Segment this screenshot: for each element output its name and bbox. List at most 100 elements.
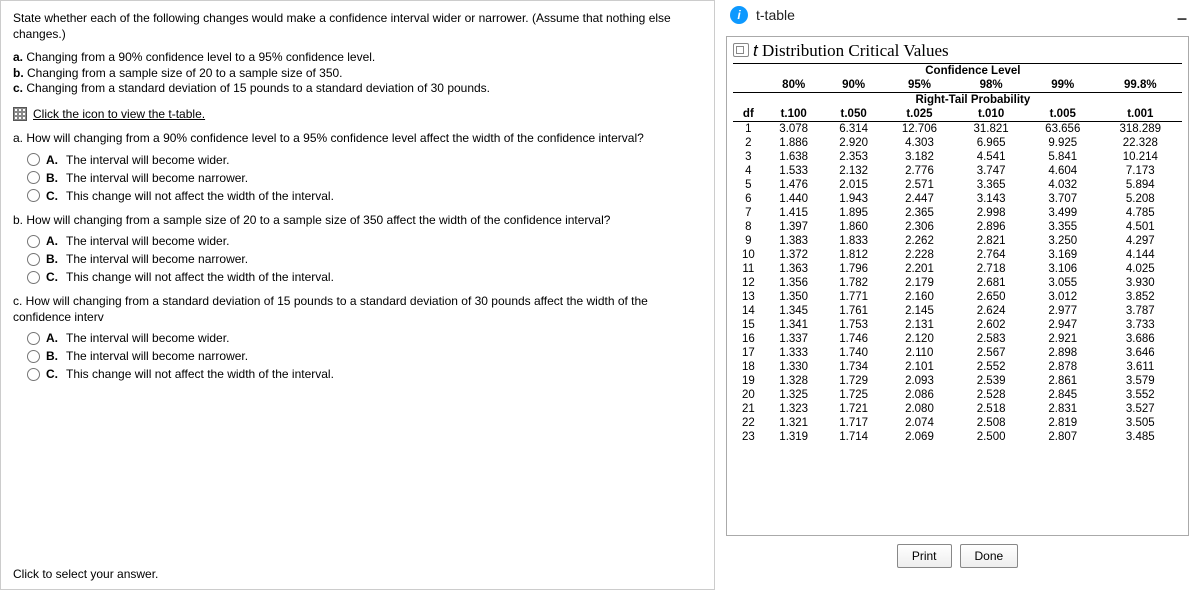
tail-prob: t.025 [884, 107, 956, 122]
minimize-icon[interactable]: – [1177, 8, 1187, 29]
value-cell: 1.440 [764, 192, 824, 206]
table-row: 71.4151.8952.3652.9983.4994.785 [733, 206, 1182, 220]
value-cell: 1.533 [764, 164, 824, 178]
value-cell: 4.501 [1099, 220, 1182, 234]
value-cell: 2.947 [1027, 318, 1099, 332]
value-cell: 3.106 [1027, 262, 1099, 276]
df-cell: 7 [733, 206, 764, 220]
print-button[interactable]: Print [897, 544, 952, 568]
radio-c-A[interactable] [27, 332, 40, 345]
value-cell: 2.120 [884, 332, 956, 346]
change-list: a. Changing from a 90% confidence level … [13, 50, 702, 97]
value-cell: 3.646 [1099, 346, 1182, 360]
radio-b-B[interactable] [27, 253, 40, 266]
df-cell: 5 [733, 178, 764, 192]
value-cell: 3.930 [1099, 276, 1182, 290]
conf-level: 95% [884, 78, 956, 93]
df-cell: 18 [733, 360, 764, 374]
value-cell: 2.262 [884, 234, 956, 248]
option-a-C[interactable]: C.This change will not affect the width … [27, 189, 702, 203]
df-cell: 6 [733, 192, 764, 206]
value-cell: 3.686 [1099, 332, 1182, 346]
table-row: 51.4762.0152.5713.3654.0325.894 [733, 178, 1182, 192]
value-cell: 3.485 [1099, 430, 1182, 444]
value-cell: 2.567 [955, 346, 1027, 360]
view-ttable-link[interactable]: Click the icon to view the t-table. [33, 107, 205, 121]
tail-prob: t.001 [1099, 107, 1182, 122]
option-c-B[interactable]: B.The interval will become narrower. [27, 349, 702, 363]
value-cell: 1.753 [824, 318, 884, 332]
value-cell: 3.707 [1027, 192, 1099, 206]
option-c-A[interactable]: A.The interval will become wider. [27, 331, 702, 345]
value-cell: 5.894 [1099, 178, 1182, 192]
df-cell: 2 [733, 136, 764, 150]
df-cell: 19 [733, 374, 764, 388]
value-cell: 2.878 [1027, 360, 1099, 374]
radio-b-A[interactable] [27, 235, 40, 248]
option-b-A[interactable]: A.The interval will become wider. [27, 234, 702, 248]
value-cell: 3.499 [1027, 206, 1099, 220]
df-cell: 8 [733, 220, 764, 234]
value-cell: 2.353 [824, 150, 884, 164]
value-cell: 3.078 [764, 122, 824, 137]
tail-prob-header: Right-Tail Probability [764, 93, 1182, 108]
value-cell: 1.734 [824, 360, 884, 374]
value-cell: 2.508 [955, 416, 1027, 430]
value-cell: 2.518 [955, 402, 1027, 416]
value-cell: 1.350 [764, 290, 824, 304]
df-cell: 9 [733, 234, 764, 248]
radio-c-B[interactable] [27, 350, 40, 363]
value-cell: 4.025 [1099, 262, 1182, 276]
done-button[interactable]: Done [960, 544, 1019, 568]
value-cell: 2.500 [955, 430, 1027, 444]
value-cell: 1.746 [824, 332, 884, 346]
table-row: 171.3331.7402.1102.5672.8983.646 [733, 346, 1182, 360]
value-cell: 7.173 [1099, 164, 1182, 178]
value-cell: 3.169 [1027, 248, 1099, 262]
value-cell: 1.325 [764, 388, 824, 402]
option-a-B[interactable]: B.The interval will become narrower. [27, 171, 702, 185]
modal-header: i t-table [720, 0, 1195, 30]
value-cell: 6.314 [824, 122, 884, 137]
value-cell: 2.160 [884, 290, 956, 304]
df-cell: 22 [733, 416, 764, 430]
value-cell: 10.214 [1099, 150, 1182, 164]
table-row: 111.3631.7962.2012.7183.1064.025 [733, 262, 1182, 276]
radio-a-B[interactable] [27, 171, 40, 184]
table-row: 231.3191.7142.0692.5002.8073.485 [733, 430, 1182, 444]
table-row: 13.0786.31412.70631.82163.656318.289 [733, 122, 1182, 137]
option-a-A[interactable]: A.The interval will become wider. [27, 153, 702, 167]
option-b-C[interactable]: C.This change will not affect the width … [27, 270, 702, 284]
value-cell: 1.397 [764, 220, 824, 234]
value-cell: 5.841 [1027, 150, 1099, 164]
value-cell: 1.345 [764, 304, 824, 318]
value-cell: 12.706 [884, 122, 956, 137]
option-c-C[interactable]: C.This change will not affect the width … [27, 367, 702, 381]
question-panel: State whether each of the following chan… [0, 0, 715, 590]
df-cell: 4 [733, 164, 764, 178]
value-cell: 2.807 [1027, 430, 1099, 444]
df-cell: 11 [733, 262, 764, 276]
radio-a-C[interactable] [27, 189, 40, 202]
conf-level-header: Confidence Level [764, 64, 1182, 79]
value-cell: 2.776 [884, 164, 956, 178]
value-cell: 3.365 [955, 178, 1027, 192]
popout-icon[interactable] [733, 43, 749, 57]
value-cell: 1.328 [764, 374, 824, 388]
value-cell: 2.080 [884, 402, 956, 416]
option-b-B[interactable]: B.The interval will become narrower. [27, 252, 702, 266]
table-row: 41.5332.1322.7763.7474.6047.173 [733, 164, 1182, 178]
tail-prob: t.050 [824, 107, 884, 122]
value-cell: 1.796 [824, 262, 884, 276]
radio-b-C[interactable] [27, 271, 40, 284]
value-cell: 1.341 [764, 318, 824, 332]
radio-c-C[interactable] [27, 368, 40, 381]
table-row: 31.6382.3533.1824.5415.84110.214 [733, 150, 1182, 164]
radio-a-A[interactable] [27, 153, 40, 166]
value-cell: 2.069 [884, 430, 956, 444]
conf-level: 99% [1027, 78, 1099, 93]
table-icon[interactable] [13, 107, 27, 121]
value-cell: 2.898 [1027, 346, 1099, 360]
value-cell: 2.821 [955, 234, 1027, 248]
item-c: c. Changing from a standard deviation of… [13, 81, 702, 97]
